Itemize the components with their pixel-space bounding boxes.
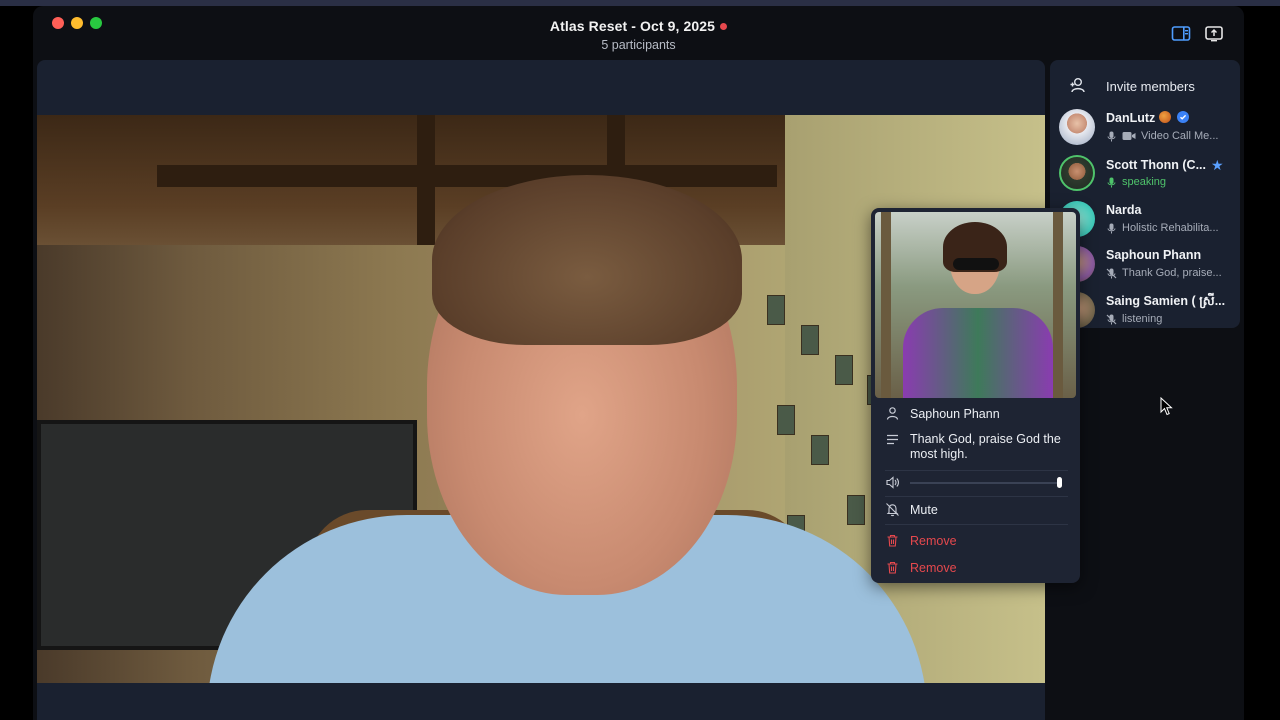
title-bar: Atlas Reset - Oct 9, 2025 5 participants bbox=[33, 6, 1244, 60]
member-row-scott-thonn[interactable]: Scott Thonn (C... ★ speaking bbox=[1050, 150, 1240, 195]
speaker-volume-icon bbox=[886, 476, 899, 489]
volume-fill bbox=[910, 482, 1060, 484]
trash-icon bbox=[887, 561, 898, 574]
mouse-cursor-icon bbox=[1160, 397, 1173, 416]
remove-label: Remove bbox=[910, 534, 957, 548]
member-name: Narda bbox=[1106, 203, 1142, 217]
video-beam bbox=[157, 165, 777, 187]
add-person-icon bbox=[1070, 78, 1085, 93]
peach-emoji-icon bbox=[1159, 111, 1172, 123]
member-name: Saphoun Phann bbox=[1106, 248, 1202, 262]
member-status: Video Call Me... bbox=[1106, 130, 1218, 142]
photo-sunglasses bbox=[953, 258, 999, 270]
participant-count: 5 participants bbox=[601, 38, 676, 52]
person-icon bbox=[886, 407, 899, 420]
member-status: Holistic Rehabilita... bbox=[1106, 222, 1219, 234]
video-beam bbox=[417, 115, 435, 245]
member-name: Saing Samien ( ស្រី... bbox=[1106, 294, 1226, 308]
member-name: DanLutz bbox=[1106, 111, 1190, 125]
avatar bbox=[1059, 155, 1095, 191]
member-status: Thank God, praise... bbox=[1106, 267, 1222, 279]
call-title: Atlas Reset - Oct 9, 2025 bbox=[549, 18, 716, 34]
volume-slider-handle[interactable] bbox=[1057, 477, 1062, 488]
wall-frame bbox=[811, 435, 829, 465]
member-name: Scott Thonn (C... ★ bbox=[1106, 157, 1224, 173]
photo-dress bbox=[903, 308, 1053, 398]
member-row-danlutz[interactable]: DanLutz Video Call Me... bbox=[1050, 104, 1240, 149]
avatar bbox=[1059, 109, 1095, 145]
member-status: speaking bbox=[1106, 176, 1166, 188]
remove-label: Remove bbox=[910, 561, 957, 575]
participant-popup: Saphoun Phann Thank God, praise God the … bbox=[871, 208, 1080, 583]
call-title-row: Atlas Reset - Oct 9, 2025 bbox=[33, 18, 1244, 36]
microphone-muted-icon bbox=[1106, 314, 1117, 324]
popup-name: Saphoun Phann bbox=[910, 407, 1000, 421]
member-status: listening bbox=[1106, 313, 1162, 325]
photo-tree bbox=[881, 212, 891, 398]
text-lines-icon bbox=[887, 434, 898, 445]
sidebar-toggle-icon[interactable] bbox=[1171, 25, 1191, 43]
mute-label: Mute bbox=[910, 503, 938, 517]
star-icon: ★ bbox=[1210, 157, 1224, 173]
wall-frame bbox=[847, 495, 865, 525]
mute-button[interactable]: Mute bbox=[871, 500, 1080, 526]
verified-badge-icon bbox=[1177, 111, 1190, 123]
photo-tree bbox=[1053, 212, 1063, 398]
wall-frame bbox=[777, 405, 795, 435]
remove-button[interactable]: Remove bbox=[871, 531, 1080, 555]
wall-frame bbox=[767, 295, 785, 325]
microphone-icon bbox=[1107, 131, 1116, 141]
microphone-muted-icon bbox=[1106, 268, 1117, 278]
participant-photo bbox=[875, 212, 1076, 398]
microphone-active-icon bbox=[1107, 177, 1116, 187]
invite-members-label: Invite members bbox=[1106, 79, 1195, 94]
volume-slider[interactable] bbox=[910, 482, 1060, 484]
wall-frame bbox=[835, 355, 853, 385]
popup-divider bbox=[885, 496, 1068, 497]
recording-indicator bbox=[720, 23, 728, 30]
video-person-hair bbox=[432, 175, 742, 345]
invite-members-button[interactable]: Invite members bbox=[1050, 66, 1240, 104]
trash-icon bbox=[887, 534, 898, 547]
title-block: Atlas Reset - Oct 9, 2025 5 participants bbox=[33, 18, 1244, 52]
wall-frame bbox=[801, 325, 819, 355]
popup-bio: Thank God, praise God the most high. bbox=[910, 432, 1061, 461]
bell-muted-icon bbox=[886, 503, 899, 517]
video-camera-icon bbox=[1122, 132, 1136, 140]
remove-button-secondary[interactable]: Remove bbox=[871, 558, 1080, 582]
popup-divider bbox=[885, 524, 1068, 525]
popup-divider bbox=[885, 470, 1068, 471]
microphone-icon bbox=[1107, 223, 1116, 233]
screen-share-icon[interactable] bbox=[1204, 25, 1224, 43]
